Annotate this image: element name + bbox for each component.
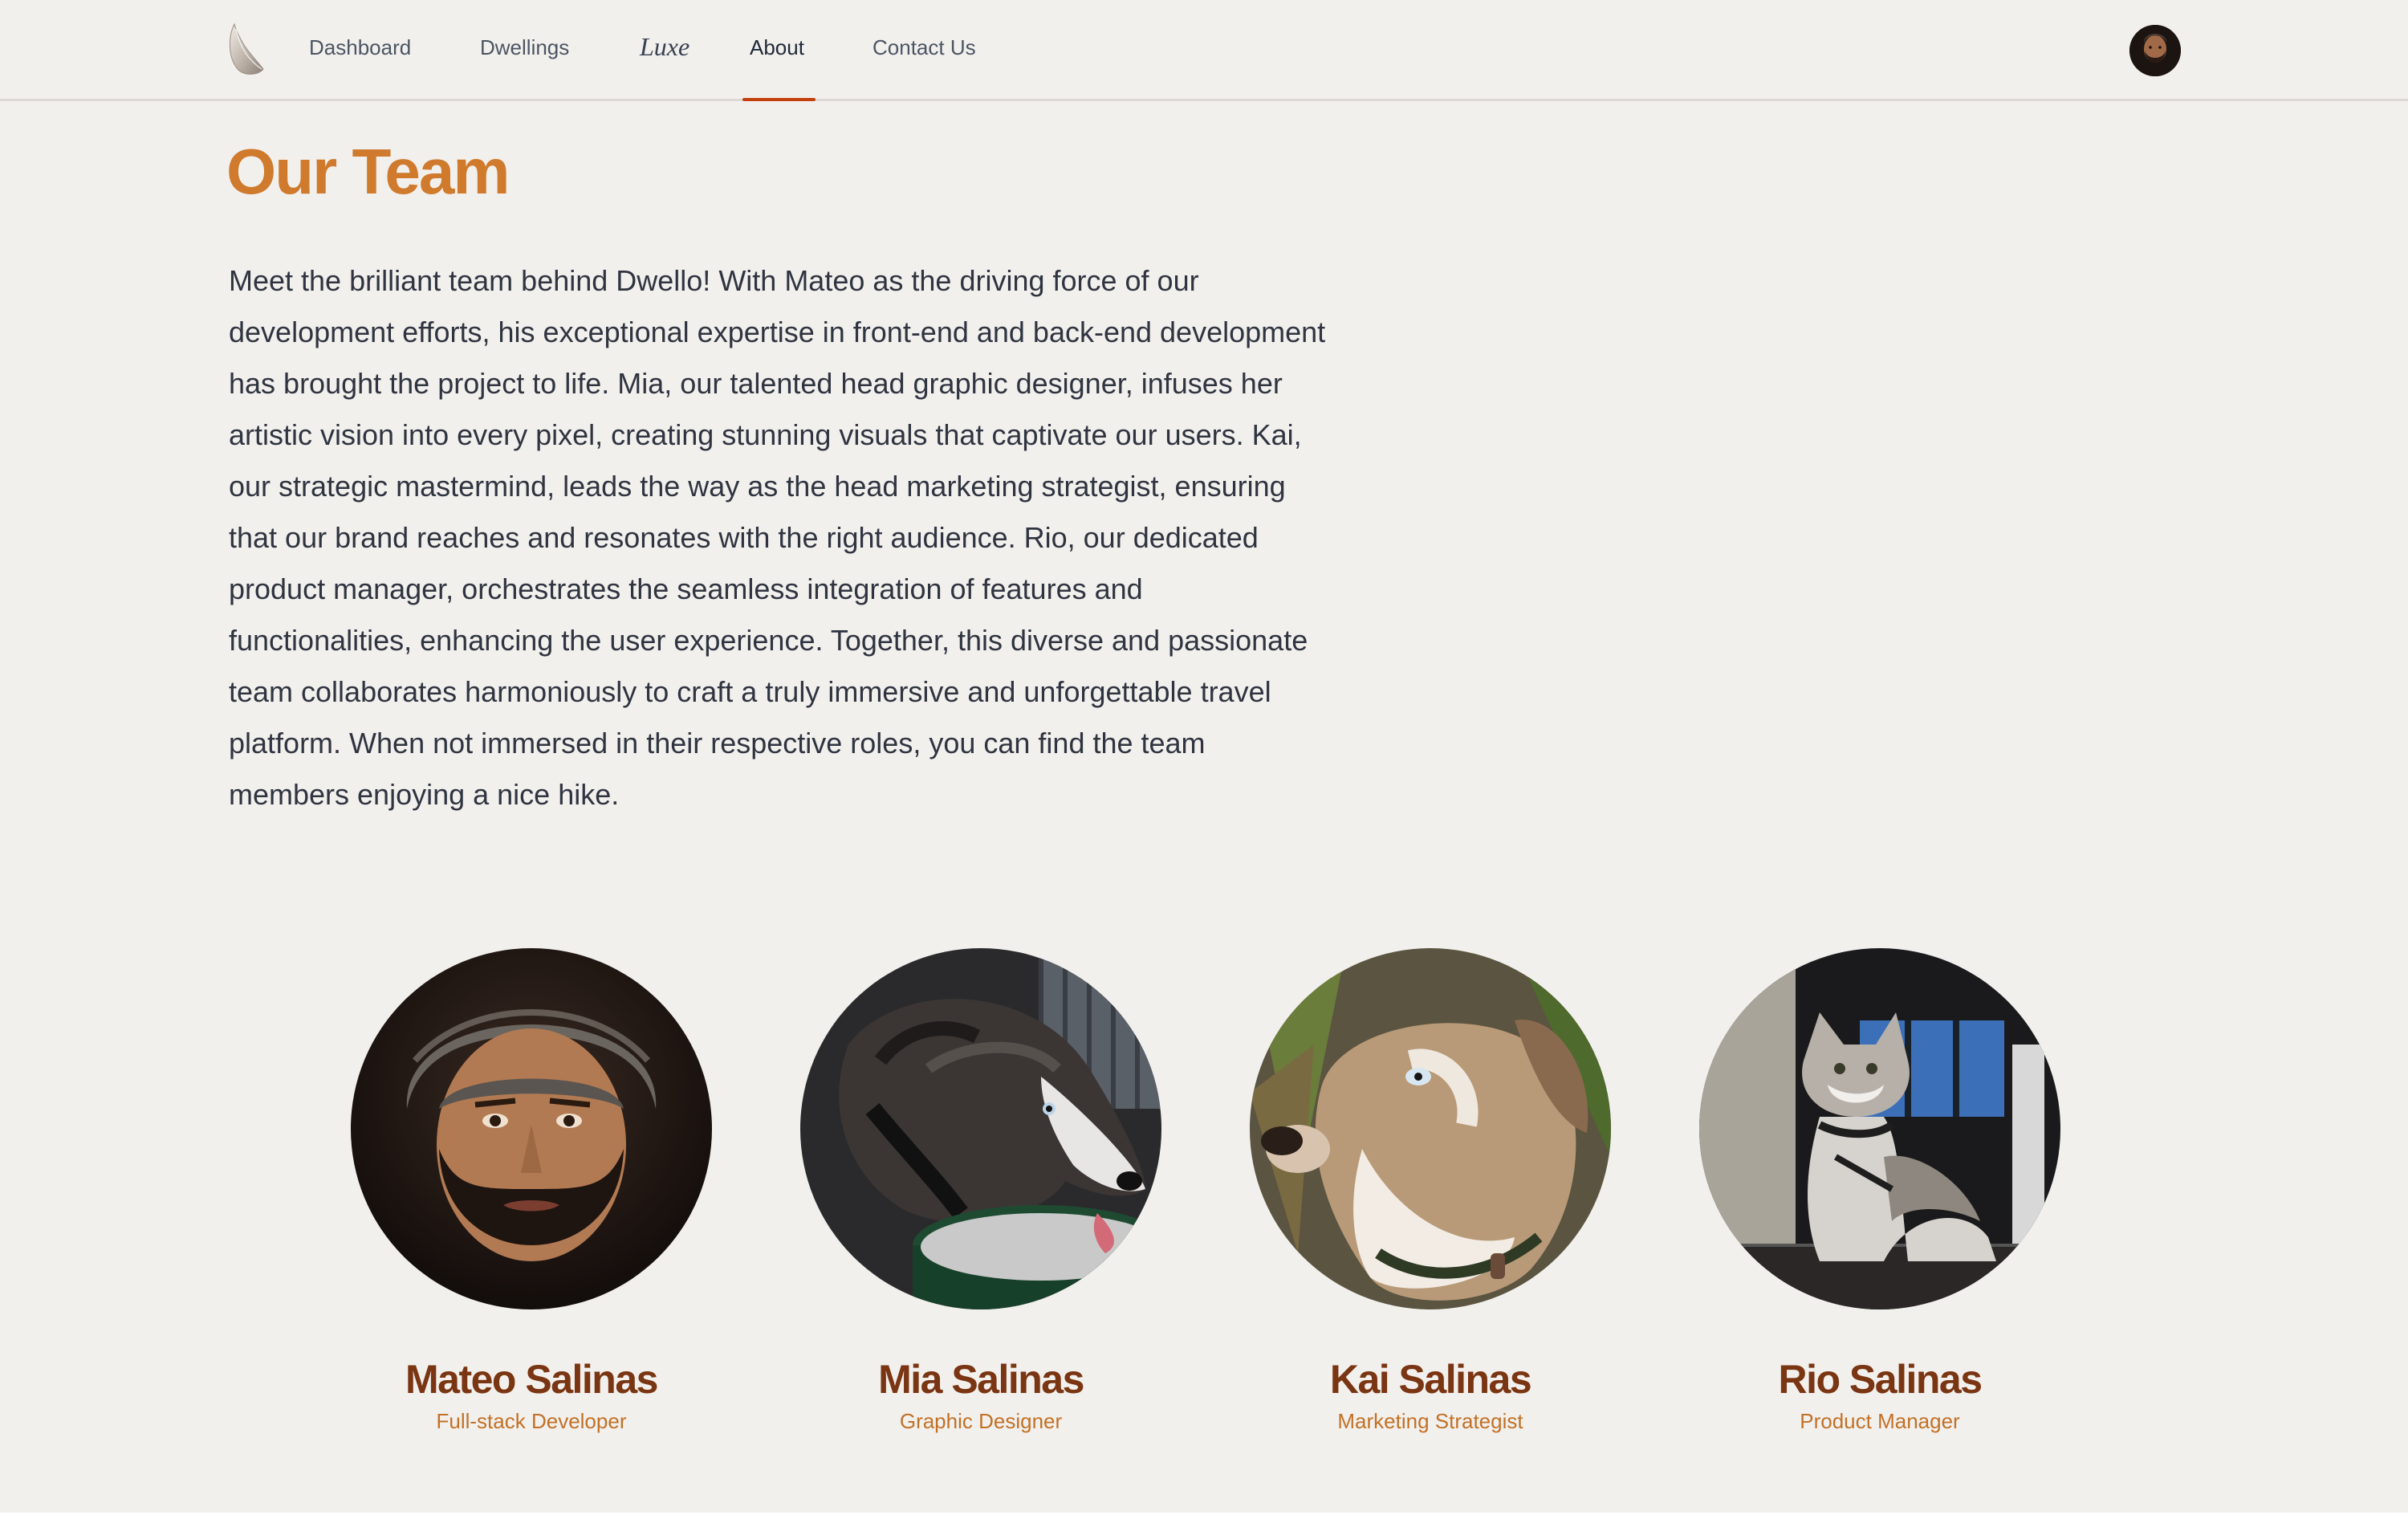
- top-navigation: Dashboard Dwellings Luxe About Contact U…: [0, 0, 2408, 101]
- team-member-role: Graphic Designer: [899, 1409, 1063, 1433]
- team-member-card: Rio Salinas Product Manager: [1699, 948, 2060, 1434]
- team-member-card: Mia Salinas Graphic Designer: [800, 948, 1161, 1434]
- nav-contact-us[interactable]: Contact Us: [872, 35, 976, 60]
- team-member-photo: [1250, 948, 1611, 1309]
- team-member-role: Full-stack Developer: [436, 1409, 627, 1433]
- page-title: Our Team: [226, 136, 510, 207]
- team-member-name: Mia Salinas: [878, 1357, 1084, 1402]
- feather-logo-icon[interactable]: [226, 22, 266, 77]
- team-member-name: Kai Salinas: [1329, 1357, 1532, 1402]
- team-member-card: Kai Salinas Marketing Strategist: [1250, 948, 1611, 1434]
- active-tab-indicator: [742, 98, 816, 101]
- nav-dashboard[interactable]: Dashboard: [309, 35, 411, 60]
- nav-about[interactable]: About: [750, 35, 804, 60]
- team-member-name: Mateo Salinas: [405, 1357, 658, 1402]
- team-intro-text: Meet the brilliant team behind Dwello! W…: [229, 264, 1326, 811]
- team-member-card: Mateo Salinas Full-stack Developer: [351, 948, 712, 1434]
- team-member-photo: [351, 948, 712, 1309]
- team-member-photo: [800, 948, 1161, 1309]
- team-member-role: Product Manager: [1800, 1409, 1960, 1433]
- nav-luxe[interactable]: Luxe: [640, 32, 689, 62]
- nav-dwellings[interactable]: Dwellings: [480, 35, 569, 60]
- team-member-name: Rio Salinas: [1778, 1357, 1983, 1402]
- team-member-photo: [1699, 948, 2060, 1309]
- user-avatar[interactable]: [2129, 25, 2181, 76]
- team-member-role: Marketing Strategist: [1337, 1409, 1523, 1433]
